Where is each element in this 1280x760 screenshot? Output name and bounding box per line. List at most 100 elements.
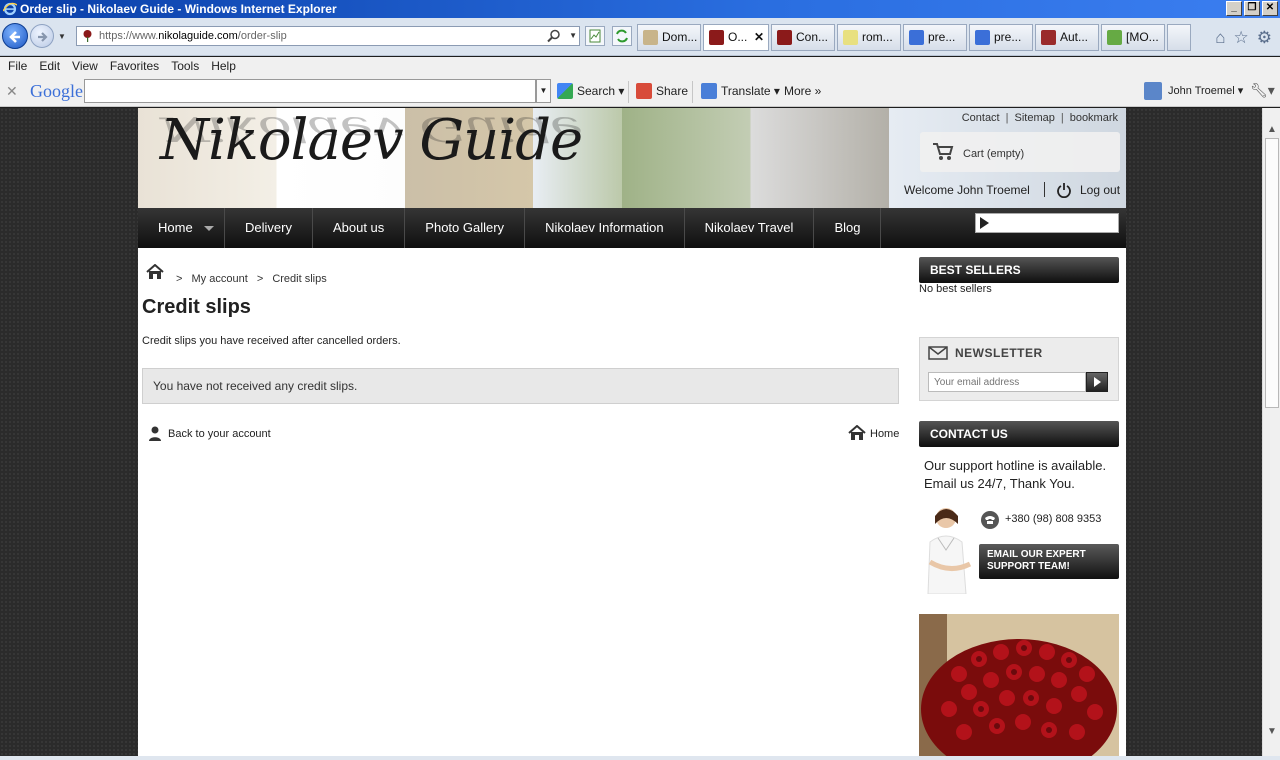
- cart-box[interactable]: Cart (empty): [920, 132, 1120, 172]
- google-search-dropdown-icon[interactable]: ▼: [536, 79, 551, 103]
- tab-favicon-icon: [709, 30, 724, 45]
- support-phone-number: +380 (98) 808 9353: [1005, 513, 1102, 525]
- tab-5[interactable]: pre...: [903, 24, 967, 51]
- google-more-button[interactable]: More »: [764, 82, 821, 100]
- nav-delivery[interactable]: Delivery: [225, 208, 313, 248]
- tab-1[interactable]: Dom...: [637, 24, 701, 51]
- tab-8[interactable]: [MO...: [1101, 24, 1165, 51]
- close-toolbar-icon[interactable]: ✕: [6, 83, 18, 100]
- google-toolbar: ✕ Google ▼ Search ▾ Share Translate ▾ Mo…: [0, 77, 1280, 107]
- minimize-button[interactable]: _: [1226, 1, 1242, 16]
- back-button[interactable]: [2, 23, 28, 49]
- chevron-down-icon: [204, 226, 214, 231]
- tab-6[interactable]: pre...: [969, 24, 1033, 51]
- forward-arrow-icon: [38, 32, 48, 42]
- close-tab-icon[interactable]: ✕: [754, 25, 764, 50]
- site-favicon-icon: [83, 30, 92, 42]
- page-title: Credit slips: [142, 296, 251, 318]
- google-plus-icon: [636, 83, 652, 99]
- tab-7[interactable]: Aut...: [1035, 24, 1099, 51]
- address-dropdown-icon[interactable]: ▼: [569, 27, 577, 45]
- menu-view[interactable]: View: [68, 57, 106, 77]
- home-icon[interactable]: ⌂: [1215, 28, 1225, 48]
- support-agent-image: [927, 508, 972, 594]
- browser-command-icons: ⌂ ☆ ⚙: [1215, 28, 1272, 48]
- menu-file[interactable]: File: [4, 57, 35, 77]
- header-top-links: Contact | Sitemap | bookmark: [962, 112, 1118, 124]
- nav-label: Nikolaev Information: [545, 220, 664, 235]
- newsletter-email-input[interactable]: [928, 372, 1086, 392]
- back-to-account-link[interactable]: Back to your account: [148, 426, 271, 441]
- wrench-icon[interactable]: 🔧︎▾: [1250, 82, 1275, 99]
- address-path: /order-slip: [237, 30, 287, 42]
- home-icon[interactable]: [146, 264, 164, 280]
- tab-favicon-icon: [843, 30, 858, 45]
- contact-link[interactable]: Contact: [962, 112, 1000, 124]
- google-search-input[interactable]: [84, 79, 536, 103]
- breadcrumb-my-account[interactable]: My account: [192, 273, 248, 285]
- google-account[interactable]: John Troemel ▾: [1144, 82, 1243, 100]
- address-bar[interactable]: https://www.nikolaguide.com/order-slip ▼: [76, 26, 580, 46]
- search-icon[interactable]: [547, 29, 561, 43]
- nav-label: Nikolaev Travel: [704, 220, 794, 235]
- vertical-scrollbar[interactable]: ▲ ▼: [1262, 108, 1280, 756]
- link-separator: |: [1060, 112, 1064, 124]
- status-bar: [0, 756, 1280, 760]
- google-search-label: Search: [577, 84, 616, 98]
- tab-label: O...: [728, 30, 748, 44]
- tab-3[interactable]: Con...: [771, 24, 835, 51]
- menu-help[interactable]: Help: [207, 57, 244, 77]
- nav-blog[interactable]: Blog: [814, 208, 882, 248]
- site-header-banner: Nikolaev Guide Nikolaev Guide Contact | Si…: [138, 108, 1126, 208]
- site-search-input[interactable]: [975, 213, 1119, 233]
- nav-nikolaev-travel[interactable]: Nikolaev Travel: [685, 208, 815, 248]
- tab-4[interactable]: rom...: [837, 24, 901, 51]
- restore-button[interactable]: ❐: [1244, 1, 1260, 16]
- menu-favorites[interactable]: Favorites: [106, 57, 167, 77]
- tab-label: Dom...: [662, 30, 698, 44]
- recent-pages-dropdown-icon[interactable]: ▼: [58, 32, 66, 41]
- new-tab-button[interactable]: [1167, 24, 1191, 51]
- scrollbar-thumb[interactable]: [1265, 138, 1279, 408]
- compatibility-view-button[interactable]: [585, 26, 605, 46]
- forward-button[interactable]: [30, 24, 54, 48]
- user-icon: [149, 426, 161, 441]
- tab-label: Aut...: [1060, 30, 1089, 44]
- back-link-label: Back to your account: [168, 428, 271, 440]
- web-page: Nikolaev Guide Nikolaev Guide Contact | Si…: [138, 108, 1126, 756]
- gear-icon[interactable]: ⚙: [1257, 28, 1272, 48]
- tab-2-active[interactable]: O... ✕: [703, 24, 769, 51]
- nav-nikolaev-information[interactable]: Nikolaev Information: [525, 208, 685, 248]
- logout-link[interactable]: Log out: [1056, 183, 1120, 198]
- translate-icon: [701, 83, 717, 99]
- sitemap-link[interactable]: Sitemap: [1014, 112, 1054, 124]
- tab-label: Con...: [796, 30, 829, 44]
- tab-favicon-icon: [643, 30, 658, 45]
- menu-tools[interactable]: Tools: [167, 57, 207, 77]
- breadcrumb-trail: > My account > Credit slips: [176, 273, 333, 285]
- tab-label: rom...: [862, 30, 893, 44]
- nav-label: Blog: [834, 220, 861, 235]
- google-user-name: John Troemel: [1168, 85, 1235, 97]
- bookmark-link[interactable]: bookmark: [1070, 112, 1118, 124]
- close-window-button[interactable]: ✕: [1262, 1, 1278, 16]
- favorites-star-icon[interactable]: ☆: [1234, 28, 1249, 48]
- site-logo[interactable]: Nikolaev Guide: [160, 108, 583, 174]
- roses-bouquet-image[interactable]: [919, 614, 1119, 756]
- newsletter-submit-button[interactable]: [1086, 372, 1108, 392]
- scroll-down-icon[interactable]: ▼: [1267, 726, 1277, 737]
- scroll-up-icon[interactable]: ▲: [1267, 124, 1277, 135]
- home-link[interactable]: Home: [848, 425, 899, 440]
- breadcrumb-separator: >: [256, 273, 264, 285]
- tab-favicon-icon: [1041, 30, 1056, 45]
- refresh-button[interactable]: [612, 26, 632, 46]
- email-button-line-1: EMAIL OUR EXPERT: [987, 549, 1086, 560]
- google-share-button[interactable]: Share: [636, 82, 688, 100]
- email-support-button[interactable]: EMAIL OUR EXPERT SUPPORT TEAM!: [979, 544, 1119, 579]
- google-search-button[interactable]: Search ▾: [557, 82, 624, 100]
- nav-about-us[interactable]: About us: [313, 208, 406, 248]
- nav-home[interactable]: Home: [138, 208, 225, 248]
- tab-favicon-icon: [777, 30, 792, 45]
- menu-edit[interactable]: Edit: [35, 57, 68, 77]
- nav-photo-gallery[interactable]: Photo Gallery: [405, 208, 526, 248]
